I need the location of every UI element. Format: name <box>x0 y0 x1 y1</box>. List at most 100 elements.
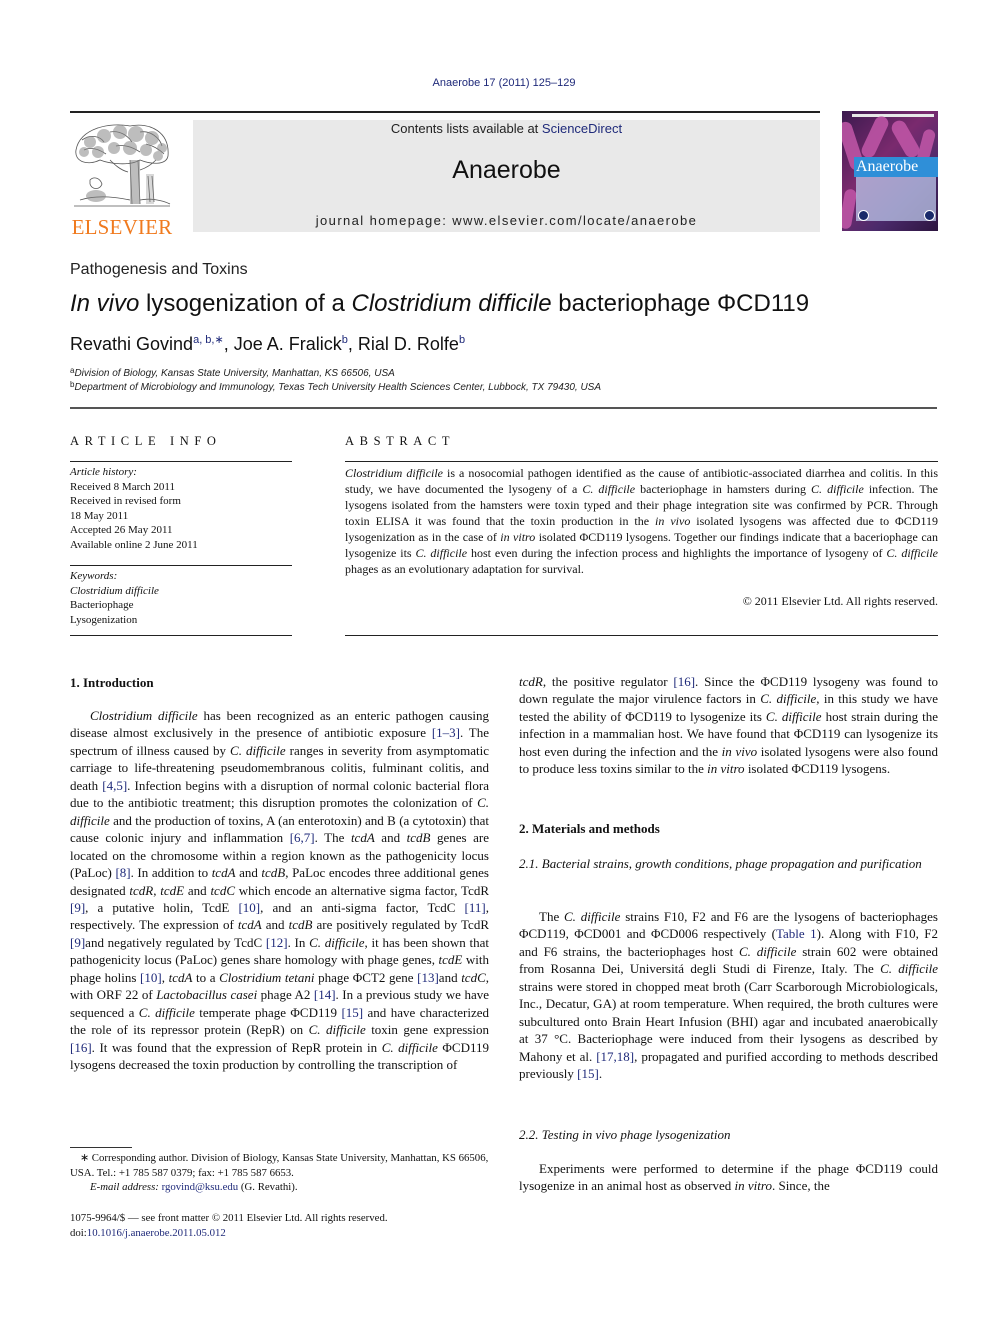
cover-seal-icon <box>924 210 935 221</box>
introduction-heading: 1. Introduction <box>70 675 154 690</box>
footnote-rule <box>70 1147 132 1148</box>
methods-subsection-2-2-heading: 2.2. Testing in vivo phage lysogenizatio… <box>519 1127 731 1142</box>
journal-homepage-link[interactable]: journal homepage: www.elsevier.com/locat… <box>193 213 820 228</box>
affiliation-text: Department of Microbiology and Immunolog… <box>74 382 602 393</box>
author-affiliation-mark[interactable]: a, b,∗ <box>193 334 224 346</box>
corresponding-author-footnote: ∗ Corresponding author. Division of Biol… <box>70 1151 489 1195</box>
italic-text: In vivo <box>70 290 140 317</box>
reference-link[interactable]: Table 1 <box>776 926 817 941</box>
contents-prefix: Contents lists available at <box>390 121 542 136</box>
italic-text: in vivo <box>655 514 691 528</box>
reference-link[interactable]: [14] <box>314 987 336 1002</box>
italic-text: Clostridium difficile <box>345 466 444 480</box>
italic-text: C. difficile <box>564 909 621 924</box>
italic-text: tcdC <box>210 882 235 898</box>
journal-citation-link[interactable]: Anaerobe 17 (2011) 125–129 <box>0 77 992 89</box>
corresponding-author-text: ∗ Corresponding author. Division of Biol… <box>70 1152 489 1179</box>
elsevier-logo[interactable]: ELSEVIER <box>70 120 174 238</box>
reference-link[interactable]: [11] <box>465 900 486 915</box>
affiliation-b: bDepartment of Microbiology and Immunolo… <box>70 380 601 393</box>
italic-text: tcdR <box>519 674 543 689</box>
italic-text: Lactobacillus casei <box>156 987 258 1003</box>
italic-text: C. difficile <box>886 546 938 560</box>
reference-link[interactable]: [10] <box>140 970 162 985</box>
author-list: Revathi Govinda, b,∗, Joe A. Fralickb, R… <box>70 334 466 354</box>
email-link[interactable]: rgovind@ksu.edu <box>162 1181 239 1193</box>
italic-text: tcdA <box>237 917 262 933</box>
abstract-body: Clostridium difficile is a nosocomial pa… <box>345 466 939 576</box>
italic-text: tcdR <box>129 882 154 898</box>
italic-text: tcdE <box>438 952 463 968</box>
introduction-paragraph: Clostridium difficile has been recognize… <box>70 708 490 1073</box>
cover-top-strip <box>852 114 934 117</box>
sciencedirect-link[interactable]: ScienceDirect <box>542 121 622 136</box>
reference-link[interactable]: [16] <box>70 1040 92 1055</box>
italic-text: tcdC <box>461 969 486 985</box>
methods-paragraph: Experiments were performed to determine … <box>519 1161 938 1194</box>
reference-link[interactable]: [4,5] <box>102 778 127 793</box>
journal-banner: Contents lists available at ScienceDirec… <box>193 120 820 232</box>
email-line: E-mail address: rgovind@ksu.edu (G. Reva… <box>70 1180 489 1195</box>
abstract-bottom-rule <box>345 635 938 636</box>
italic-text: tcdA <box>350 830 375 846</box>
reference-link[interactable]: [1–3] <box>432 725 460 740</box>
italic-text: in vitro <box>734 1178 772 1194</box>
italic-text: C. difficile <box>582 482 636 496</box>
reference-link[interactable]: [10] <box>238 900 260 915</box>
issn-line: 1075-9964/$ — see front matter © 2011 El… <box>70 1212 388 1224</box>
italic-text: C. difficile <box>760 691 817 707</box>
italic-text: in vivo <box>721 743 758 759</box>
italic-text: C. difficile <box>880 961 938 977</box>
reference-link[interactable]: [13] <box>417 970 439 985</box>
italic-text: C. difficile <box>415 546 468 560</box>
methods-subsection-2-1-body: The C. difficile strains F10, F2 and F6 … <box>519 908 938 1083</box>
cover-bacterium-shape <box>859 114 891 160</box>
article-info-bottom-rule <box>70 635 292 636</box>
cover-seal-icon <box>858 210 869 221</box>
italic-text: C. difficile <box>309 934 365 950</box>
keyword-item: Clostridium difficile <box>70 584 159 597</box>
author-name: Revathi Govind <box>70 334 194 354</box>
reference-link[interactable]: [8] <box>115 865 130 880</box>
keywords-rule <box>70 565 292 566</box>
italic-text: C. difficile <box>381 1039 438 1055</box>
article-history-label: Article history: <box>70 466 137 478</box>
italic-text: Clostridium difficile <box>351 290 552 317</box>
author-affiliation-mark[interactable]: b <box>459 334 465 346</box>
italic-text: C. difficile <box>811 482 864 496</box>
reference-link[interactable]: [6,7] <box>290 830 315 845</box>
reference-link[interactable]: [15] <box>341 1005 363 1020</box>
elsevier-wordmark: ELSEVIER <box>71 215 173 239</box>
author-affiliation-mark[interactable]: b <box>342 334 348 346</box>
reference-link[interactable]: [9] <box>70 900 85 915</box>
history-item: Available online 2 June 2011 <box>70 538 198 551</box>
abstract-heading: ABSTRACT <box>345 434 456 448</box>
keyword-item: Lysogenization <box>70 613 138 626</box>
author-name: Rial D. Rolfe <box>357 334 459 354</box>
methods-paragraph: The C. difficile strains F10, F2 and F6 … <box>519 909 939 1082</box>
history-item: Received 8 March 2011 <box>70 480 175 493</box>
journal-cover-image[interactable]: Anaerobe <box>842 111 938 231</box>
italic-text: C. difficile <box>765 708 822 724</box>
reference-link[interactable]: [9] <box>70 935 85 950</box>
introduction-paragraph: tcdR, the positive regulator [16]. Since… <box>519 674 939 777</box>
abstract-rule <box>345 461 938 462</box>
methods-heading: 2. Materials and methods <box>519 821 660 836</box>
reference-link[interactable]: [15] <box>577 1066 599 1081</box>
contents-availability: Contents lists available at ScienceDirec… <box>193 121 820 136</box>
methods-subsection-2-2-body: Experiments were performed to determine … <box>519 1160 938 1195</box>
front-matter: 1075-9964/$ — see front matter © 2011 El… <box>70 1211 489 1240</box>
reference-link[interactable]: [17,18] <box>596 1049 634 1064</box>
italic-text: in vitro <box>500 530 536 544</box>
italic-text: C. difficile <box>138 1004 195 1020</box>
doi-link[interactable]: 10.1016/j.anaerobe.2011.05.012 <box>87 1227 226 1239</box>
journal-name: Anaerobe <box>452 156 561 184</box>
italic-text: Clostridium tetani <box>219 969 315 985</box>
affiliation-text: Division of Biology, Kansas State Univer… <box>74 368 395 379</box>
italic-text: C. difficile <box>70 795 489 828</box>
reference-link[interactable]: [16] <box>673 674 695 689</box>
reference-link[interactable]: [12] <box>266 935 288 950</box>
introduction-continuation: tcdR, the positive regulator [16]. Since… <box>519 673 938 778</box>
italic-text: tcdB <box>288 917 313 933</box>
methods-subsection-2-1-heading: 2.1. Bacterial strains, growth condition… <box>519 856 922 871</box>
